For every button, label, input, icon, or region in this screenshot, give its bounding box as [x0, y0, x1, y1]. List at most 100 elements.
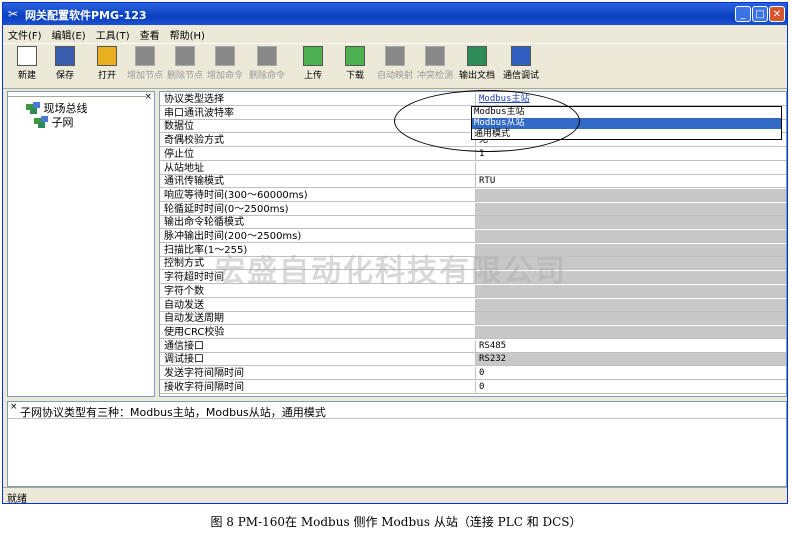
network-node-icon — [26, 102, 40, 114]
toolbar-button-6[interactable]: 增加命令 — [205, 46, 245, 81]
property-value[interactable] — [475, 298, 786, 311]
toolbar-button-10[interactable]: 自动映射 — [375, 46, 415, 81]
toolbar-button-7[interactable]: 删除命令 — [247, 46, 287, 81]
property-label: 发送字符间隔时间 — [164, 368, 244, 379]
property-label: 调试接口 — [164, 354, 204, 366]
close-button[interactable]: ✕ — [769, 6, 785, 22]
property-row[interactable]: 调试接口 RS232 — [160, 353, 786, 367]
property-value[interactable]: 0 — [475, 380, 786, 393]
toolbar-button-label: 保存 — [55, 71, 74, 81]
toolbar-button-12[interactable]: 输出文档 — [455, 46, 499, 81]
property-label: 串口通讯波特率 — [164, 107, 234, 119]
menu-file[interactable]: 文件(F) — [3, 25, 47, 42]
upload-arrow-icon — [303, 46, 323, 66]
toolbar-button-3[interactable]: 打开 — [87, 46, 127, 81]
toolbar-button-label: 下载 — [345, 71, 364, 81]
maximize-button[interactable]: □ — [752, 6, 768, 22]
menu-help[interactable]: 帮助(H) — [165, 25, 210, 42]
description-divider — [8, 418, 786, 419]
property-row[interactable]: 从站地址 — [160, 161, 786, 175]
property-label: 使用CRC校验 — [164, 326, 225, 338]
save-icon — [55, 46, 75, 66]
toolbar-button-label: 输出文档 — [458, 71, 495, 81]
property-row[interactable]: 发送字符间隔时间 0 — [160, 367, 786, 380]
conflict-check-icon — [425, 46, 445, 66]
property-value[interactable] — [475, 230, 786, 242]
property-row[interactable]: 通信接口 RS485 — [160, 339, 786, 353]
download-arrow-icon — [345, 46, 365, 66]
property-row[interactable]: 脉冲输出时间(200～2500ms) — [160, 230, 786, 243]
menu-tools[interactable]: 工具(T) — [91, 25, 135, 42]
toolbar-button-11[interactable]: 冲突检测 — [415, 46, 455, 81]
toolbar-button-9[interactable]: 下载 — [335, 46, 375, 81]
menu-edit[interactable]: 编辑(E) — [47, 25, 91, 42]
toolbar-button-label: 冲突检测 — [416, 71, 453, 81]
description-close-icon[interactable]: × — [10, 402, 18, 412]
property-row[interactable]: 轮循延时时间(0～2500ms) — [160, 202, 786, 216]
toolbar-button-label: 增加节点 — [126, 71, 163, 81]
toolbar-button-5[interactable]: 删除节点 — [165, 46, 205, 81]
property-row[interactable]: 接收字符间隔时间 0 — [160, 380, 786, 394]
tree-node-label: 子网 — [51, 116, 74, 129]
property-label: 数据位 — [164, 121, 194, 133]
property-value[interactable] — [475, 188, 786, 201]
property-value[interactable] — [475, 312, 786, 325]
network-node-icon — [34, 116, 48, 128]
property-label: 自动发送 — [164, 299, 204, 311]
auto-map-icon — [385, 46, 405, 66]
toolbar-button-label: 删除命令 — [248, 71, 285, 81]
watermark-text: 宏盛自动化科技有限公司 — [215, 254, 567, 289]
property-label: 响应等待时间(300～60000ms) — [164, 189, 308, 201]
property-label: 自动发送周期 — [164, 313, 224, 325]
title-bar[interactable]: ✂ 网关配置软件PMG-123 _ □ ✕ — [3, 3, 787, 25]
property-label: 通信接口 — [164, 340, 204, 352]
delete-command-icon — [257, 46, 277, 66]
status-bar: 就绪 — [3, 487, 787, 505]
comm-debug-icon — [511, 46, 531, 66]
property-label: 输出命令轮循模式 — [164, 217, 244, 229]
toolbar-button-label: 增加命令 — [206, 71, 243, 81]
property-row[interactable]: 输出命令轮循模式 — [160, 216, 786, 230]
property-row[interactable]: 使用CRC校验 — [160, 325, 786, 339]
property-label: 从站地址 — [164, 162, 204, 174]
toolbar-button-label: 删除节点 — [166, 71, 203, 81]
property-value[interactable] — [475, 161, 786, 174]
toolbar-button-4[interactable]: 增加节点 — [125, 46, 165, 81]
property-value[interactable] — [475, 216, 786, 229]
open-folder-icon — [97, 46, 117, 66]
property-value[interactable]: 0 — [475, 367, 786, 379]
property-value[interactable]: RTU — [475, 175, 786, 188]
annotation-ellipse — [394, 90, 580, 152]
property-value[interactable] — [475, 325, 786, 338]
property-value[interactable]: RS485 — [475, 339, 786, 352]
tree-node-subnet[interactable]: 子网 — [34, 114, 74, 130]
figure-caption: 图 8 PM-160在 Modbus 侧作 Modbus 从站（连接 PLC 和… — [210, 515, 582, 529]
toolbar-button-13[interactable]: 通信调试 — [499, 46, 543, 81]
property-row[interactable]: 通讯传输模式 RTU — [160, 175, 786, 189]
app-tools-icon: ✂ — [8, 7, 19, 21]
menu-view[interactable]: 查看 — [135, 25, 165, 42]
property-label: 奇偶校验方式 — [164, 135, 224, 147]
toolbar-button-label: 新建 — [17, 71, 36, 81]
toolbar-button-label: 打开 — [97, 71, 116, 81]
property-label: 协议类型选择 — [164, 94, 224, 105]
toolbar-button-2[interactable]: 保存 — [45, 46, 85, 81]
toolbar-button-1[interactable]: 新建 — [7, 46, 47, 81]
delete-node-icon — [175, 46, 195, 66]
property-label: 控制方式 — [164, 258, 204, 270]
description-panel: × 子网协议类型有三种：Modbus主站，Modbus从站，通用模式 — [7, 401, 787, 487]
toolbar-button-8[interactable]: 上传 — [293, 46, 333, 81]
property-label: 接收字符间隔时间 — [164, 381, 244, 393]
property-row[interactable]: 响应等待时间(300～60000ms) — [160, 188, 786, 202]
export-doc-icon — [467, 46, 487, 66]
property-row[interactable]: 自动发送周期 — [160, 312, 786, 326]
property-label: 停止位 — [164, 148, 194, 160]
property-label: 通讯传输模式 — [164, 176, 224, 188]
menu-bar: 文件(F) 编辑(E) 工具(T) 查看 帮助(H) — [3, 25, 787, 43]
minimize-button[interactable]: _ — [735, 6, 751, 22]
property-value[interactable]: RS232 — [475, 353, 786, 366]
property-value[interactable] — [475, 202, 786, 215]
property-row[interactable]: 自动发送 — [160, 298, 786, 312]
new-file-icon — [17, 46, 37, 66]
toolbar-button-label: 上传 — [303, 71, 322, 81]
